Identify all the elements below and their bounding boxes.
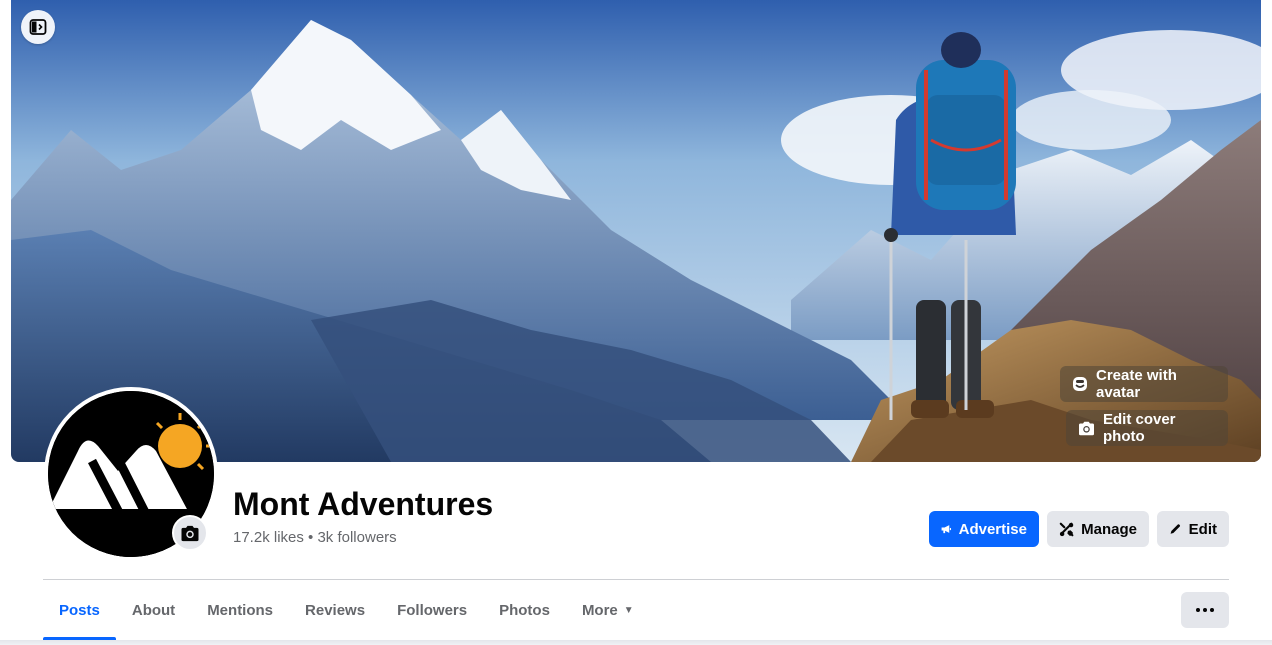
camera-icon — [1079, 421, 1094, 435]
tab-followers[interactable]: Followers — [381, 580, 483, 640]
edit-cover-photo-button[interactable]: Edit cover photo — [1066, 410, 1228, 446]
page-header: Create with avatar Edit cover photo Mont… — [0, 0, 1272, 645]
create-with-avatar-button[interactable]: Create with avatar — [1060, 366, 1228, 402]
tab-reviews-label: Reviews — [305, 601, 366, 619]
more-options-button[interactable] — [1181, 592, 1229, 628]
megaphone-icon — [941, 525, 952, 534]
create-with-avatar-label: Create with avatar — [1096, 367, 1177, 401]
edit-button[interactable]: Edit — [1157, 511, 1229, 547]
tab-posts-label: Posts — [59, 601, 100, 619]
pencil-icon — [1170, 524, 1181, 534]
page-bottom-edge — [0, 640, 1272, 645]
tools-icon — [1059, 522, 1074, 536]
update-profile-picture-button[interactable] — [172, 515, 208, 551]
advertise-button[interactable]: Advertise — [929, 511, 1039, 547]
edit-cover-photo-label: Edit cover photo — [1103, 411, 1176, 445]
avatar-icon — [1073, 377, 1087, 391]
page-stats[interactable]: 17.2k likes • 3k followers — [233, 529, 397, 546]
tab-photos[interactable]: Photos — [483, 580, 566, 640]
page-title: Mont Adventures — [233, 486, 494, 522]
sidebar-toggle-button[interactable] — [21, 10, 55, 44]
caret-down-icon: ▼ — [623, 604, 634, 616]
tab-about[interactable]: About — [116, 580, 191, 640]
tab-mentions[interactable]: Mentions — [191, 580, 289, 640]
tab-photos-label: Photos — [499, 601, 550, 619]
tab-about-label: About — [131, 601, 176, 619]
sidebar-toggle-icon — [29, 19, 47, 35]
camera-icon — [181, 525, 199, 541]
tab-posts[interactable]: Posts — [43, 580, 116, 640]
manage-button[interactable]: Manage — [1047, 511, 1149, 547]
tab-mentions-label: Mentions — [207, 601, 274, 619]
advertise-label: Advertise — [958, 520, 1027, 538]
page-tabs: Posts About Mentions Reviews Followers P… — [43, 580, 650, 640]
tab-more[interactable]: More ▼ — [566, 580, 650, 640]
more-dots-icon — [1196, 608, 1214, 612]
tab-more-label: More — [581, 601, 618, 619]
tab-followers-label: Followers — [397, 601, 468, 619]
cover-photo[interactable]: Create with avatar Edit cover photo — [11, 0, 1261, 462]
manage-label: Manage — [1081, 520, 1137, 538]
edit-label: Edit — [1188, 520, 1217, 538]
tab-reviews[interactable]: Reviews — [289, 580, 381, 640]
